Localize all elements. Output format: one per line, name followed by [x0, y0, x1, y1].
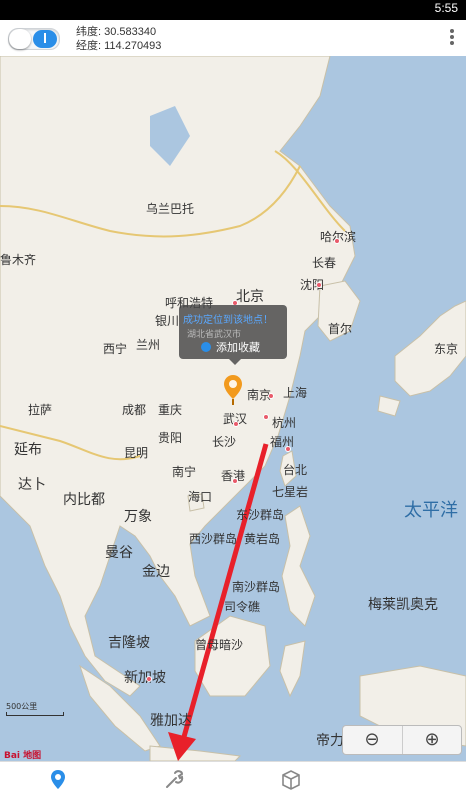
city-dot — [146, 676, 152, 682]
location-popup: 成功定位到该地点！ 湖北省武汉市 添加收藏 — [179, 305, 287, 365]
label-guiyang: 贵阳 — [158, 431, 183, 445]
label-jinbian: 金边 — [142, 563, 170, 579]
label-lanzhou: 兰州 — [136, 338, 161, 352]
map-scale: 500公里 — [6, 701, 64, 716]
label-dili: 帝力 — [316, 732, 344, 748]
label-taibei: 台北 — [283, 463, 308, 477]
zoom-control: ⊖ ⊕ — [342, 725, 462, 755]
label-meilenkaoke: 梅莱凯奥克 — [368, 596, 438, 612]
label-xisha: 西沙群岛 — [189, 532, 238, 546]
add-favorite-button[interactable]: 添加收藏 — [201, 339, 260, 355]
latitude-text: 纬度: 30.583340 — [76, 26, 157, 38]
map-view[interactable]: 乌兰巴托 哈尔滨 长春 鲁木齐 沈阳 呼和浩特 北京 银川 首尔 西宁 兰州 东… — [0, 56, 466, 761]
bottom-nav — [0, 761, 466, 796]
city-dot — [232, 478, 238, 484]
box-icon[interactable] — [278, 766, 304, 792]
label-manggu: 曼谷 — [105, 544, 133, 560]
city-dot — [268, 393, 274, 399]
label-changsha: 长沙 — [212, 435, 237, 449]
label-xining: 西宁 — [103, 342, 128, 356]
label-chongqing: 重庆 — [158, 403, 183, 417]
label-zengmu: 曾母暗沙 — [195, 638, 244, 652]
label-yinchuan: 银川 — [155, 314, 180, 328]
label-seoul: 首尔 — [328, 322, 353, 336]
zoom-out-button[interactable]: ⊖ — [343, 726, 401, 754]
more-menu-icon[interactable] — [450, 29, 454, 47]
label-chengdu: 成都 — [122, 403, 147, 417]
label-yajiada: 雅加达 — [150, 712, 192, 728]
label-kunming: 昆明 — [124, 446, 149, 460]
label-wanxiang: 万象 — [124, 508, 152, 524]
label-huangyan: 黄岩岛 — [244, 532, 281, 546]
city-dot — [316, 282, 322, 288]
popup-title: 成功定位到该地点！ — [183, 315, 273, 326]
map-base — [0, 56, 466, 761]
label-shanghai: 上海 — [283, 386, 308, 400]
favorite-dot-icon — [201, 342, 211, 352]
label-jilongpo: 吉隆坡 — [108, 634, 150, 650]
scale-bar — [6, 712, 64, 716]
wrench-icon[interactable] — [161, 766, 187, 792]
city-dot — [263, 414, 269, 420]
city-dot — [334, 238, 340, 244]
location-icon[interactable] — [45, 766, 71, 792]
coordinates: 纬度: 30.583340 经度: 114.270493 — [76, 25, 161, 53]
label-lumuqi: 鲁木齐 — [0, 253, 37, 267]
label-nansha: 南沙群岛 — [232, 580, 281, 594]
label-yanbu: 延布 — [14, 441, 42, 457]
label-wulanbatuo: 乌兰巴托 — [146, 202, 195, 216]
label-nanning: 南宁 — [172, 465, 197, 479]
label-haikou: 海口 — [188, 490, 213, 504]
label-changchun: 长春 — [312, 256, 337, 270]
location-toggle-switch[interactable] — [8, 28, 60, 50]
label-beijing: 北京 — [236, 288, 264, 304]
toggle-knob — [9, 29, 31, 49]
longitude-text: 经度: 114.270493 — [76, 40, 162, 52]
scale-label: 500公里 — [6, 702, 38, 711]
baidu-logo: Bai 地图 — [4, 751, 42, 761]
location-pin-icon[interactable] — [224, 375, 242, 405]
label-dongsha: 东沙群岛 — [236, 508, 285, 522]
toggle-on-indicator — [44, 33, 46, 43]
label-qixingyan: 七星岩 — [272, 485, 309, 499]
label-tokyo: 东京 — [434, 342, 459, 356]
status-bar: 5:55 — [0, 0, 466, 20]
label-xinjiapo: 新加坡 — [124, 669, 166, 685]
status-time: 5:55 — [434, 1, 458, 15]
city-dot — [233, 421, 239, 427]
label-pacific: 太平洋 — [404, 500, 458, 520]
top-bar: 纬度: 30.583340 经度: 114.270493 — [0, 20, 466, 57]
city-dot — [285, 446, 291, 452]
label-sidun: 司令礁 — [224, 600, 261, 614]
label-hangzhou: 杭州 — [272, 416, 297, 430]
popup-pointer — [229, 359, 241, 365]
add-favorite-label: 添加收藏 — [216, 341, 260, 354]
label-neipidu: 内比都 — [63, 491, 105, 507]
label-dabu: 达卜 — [18, 476, 46, 492]
label-lasa: 拉萨 — [28, 403, 53, 417]
zoom-in-button[interactable]: ⊕ — [402, 726, 461, 754]
